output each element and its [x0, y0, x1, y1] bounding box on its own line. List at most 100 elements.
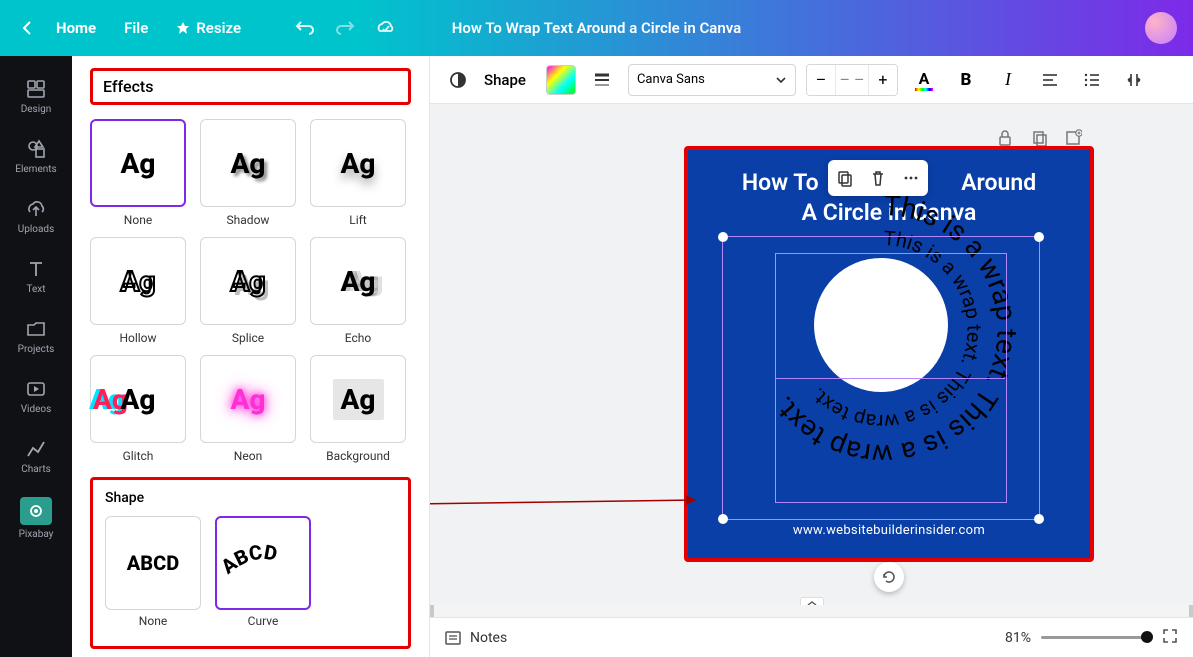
nav-resize[interactable]: Resize	[176, 19, 241, 37]
rail-projects-label: Projects	[18, 344, 55, 355]
horizontal-scrollbar[interactable]	[430, 605, 1193, 617]
notes-icon[interactable]: Notes	[444, 629, 507, 647]
effect-lift[interactable]: Ag	[310, 119, 406, 207]
zoom-slider[interactable]	[1041, 636, 1151, 639]
rail-videos-label: Videos	[21, 404, 52, 415]
effect-glitch-label: Glitch	[90, 449, 186, 463]
bottom-bar: Notes 81%	[430, 617, 1193, 657]
zoom-percent[interactable]: 81%	[1005, 630, 1031, 646]
effect-hollow[interactable]: Ag	[90, 237, 186, 325]
app-header: Home File Resize How To Wrap Text Around…	[0, 0, 1193, 56]
canvas-area[interactable]: How To XXXXXXXXX Around A Circle in Canv…	[430, 104, 1193, 617]
shape-curve[interactable]: ABCD	[215, 516, 311, 610]
shape-section-highlight: Shape ABCD ABCD None Curve	[90, 477, 411, 649]
projects-icon	[25, 318, 47, 340]
border-style-icon[interactable]	[586, 64, 618, 96]
undo-button[interactable]	[289, 12, 321, 44]
text-color-letter: A	[919, 69, 930, 88]
effects-panel: Effects Ag Ag Ag None Shadow Lift Ag Ag …	[72, 56, 430, 657]
font-size-decrease[interactable]: –	[807, 65, 835, 95]
resize-handle-tl[interactable]	[718, 232, 728, 242]
curve-sample-text: ABCD	[223, 543, 279, 579]
resize-handle-tr[interactable]	[1034, 232, 1044, 242]
italic-button[interactable]: I	[992, 64, 1024, 96]
effect-echo-label: Echo	[310, 331, 406, 345]
rail-text[interactable]: Text	[4, 248, 68, 304]
glitch-layer: Ag	[121, 383, 156, 416]
shape-none-label: None	[105, 614, 201, 628]
list-button[interactable]	[1076, 64, 1108, 96]
inner-selection-frame	[775, 253, 1007, 503]
bold-button[interactable]: B	[950, 64, 982, 96]
delete-icon[interactable]	[866, 166, 890, 190]
selection-frame[interactable]	[722, 236, 1040, 520]
rail-videos[interactable]: Videos	[4, 368, 68, 424]
rail-pixabay[interactable]	[20, 497, 52, 525]
back-button[interactable]	[16, 16, 40, 40]
text-color-button[interactable]: A	[908, 64, 940, 96]
effect-none-label: None	[90, 213, 186, 227]
rail-elements-label: Elements	[15, 164, 56, 175]
effects-toggle-icon[interactable]	[442, 64, 474, 96]
rail-charts-label: Charts	[21, 464, 51, 475]
duplicate-icon[interactable]	[833, 166, 857, 190]
effect-neon[interactable]: Ag	[200, 355, 296, 443]
elements-icon	[25, 138, 47, 160]
design-highlight-frame: How To XXXXXXXXX Around A Circle in Canv…	[684, 146, 1094, 562]
redo-button[interactable]	[329, 12, 361, 44]
text-toolbar: Shape Canva Sans – – – + A B I	[430, 56, 1193, 104]
effect-shadow[interactable]: Ag	[200, 119, 296, 207]
shape-none[interactable]: ABCD	[105, 516, 201, 610]
nav-resize-label: Resize	[196, 19, 241, 37]
rail-pixabay-label: Pixabay	[19, 529, 54, 540]
videos-icon	[25, 378, 47, 400]
rail-projects[interactable]: Projects	[4, 308, 68, 364]
font-size-stepper[interactable]: – – – +	[806, 64, 898, 96]
rail-elements[interactable]: Elements	[4, 128, 68, 184]
rail-uploads-label: Uploads	[18, 224, 54, 235]
rail-design-label: Design	[21, 104, 52, 115]
zoom-slider-knob[interactable]	[1141, 631, 1153, 643]
document-title[interactable]: How To Wrap Text Around a Circle in Canv…	[452, 19, 741, 37]
effect-none[interactable]: Ag	[90, 119, 186, 207]
floating-toolbar	[828, 160, 928, 196]
effect-splice-label: Splice	[200, 331, 296, 345]
font-size-value[interactable]: – –	[835, 65, 869, 95]
nav-home[interactable]: Home	[56, 19, 96, 37]
design-icon	[25, 78, 47, 100]
effect-shadow-label: Shadow	[200, 213, 296, 227]
cloud-sync-icon[interactable]	[369, 12, 401, 44]
effect-glitch[interactable]: AgAgAg	[90, 355, 186, 443]
effect-background[interactable]: Ag	[310, 355, 406, 443]
left-rail: Design Elements Uploads Text Projects Vi…	[0, 56, 72, 657]
annotation-arrow	[430, 494, 712, 514]
rotate-handle[interactable]	[874, 562, 904, 592]
rail-uploads[interactable]: Uploads	[4, 188, 68, 244]
more-icon[interactable]	[899, 166, 923, 190]
rail-design[interactable]: Design	[4, 68, 68, 124]
design-page[interactable]: How To XXXXXXXXX Around A Circle in Canv…	[688, 150, 1090, 558]
effect-echo[interactable]: Ag	[310, 237, 406, 325]
text-color-underline	[915, 88, 933, 91]
design-footer-url[interactable]: www.websitebuilderinsider.com	[688, 523, 1090, 538]
font-family-select[interactable]: Canva Sans	[628, 64, 796, 96]
rail-text-label: Text	[26, 284, 45, 295]
spacing-button[interactable]	[1118, 64, 1150, 96]
user-avatar[interactable]	[1145, 12, 1177, 44]
text-icon	[25, 258, 47, 280]
effects-title-highlight: Effects	[90, 68, 411, 105]
charts-icon	[25, 438, 47, 460]
effect-splice[interactable]: Ag	[200, 237, 296, 325]
shape-section-title: Shape	[105, 490, 396, 506]
color-picker[interactable]	[546, 65, 576, 95]
rail-charts[interactable]: Charts	[4, 428, 68, 484]
effects-title: Effects	[103, 77, 398, 96]
shape-curve-label: Curve	[215, 614, 311, 628]
shape-tool-label[interactable]: Shape	[484, 71, 526, 89]
alignment-button[interactable]	[1034, 64, 1066, 96]
effect-background-label: Background	[310, 449, 406, 463]
font-size-increase[interactable]: +	[869, 65, 897, 95]
fullscreen-icon[interactable]	[1161, 627, 1179, 649]
nav-file[interactable]: File	[124, 19, 148, 37]
pixabay-icon	[25, 500, 47, 522]
